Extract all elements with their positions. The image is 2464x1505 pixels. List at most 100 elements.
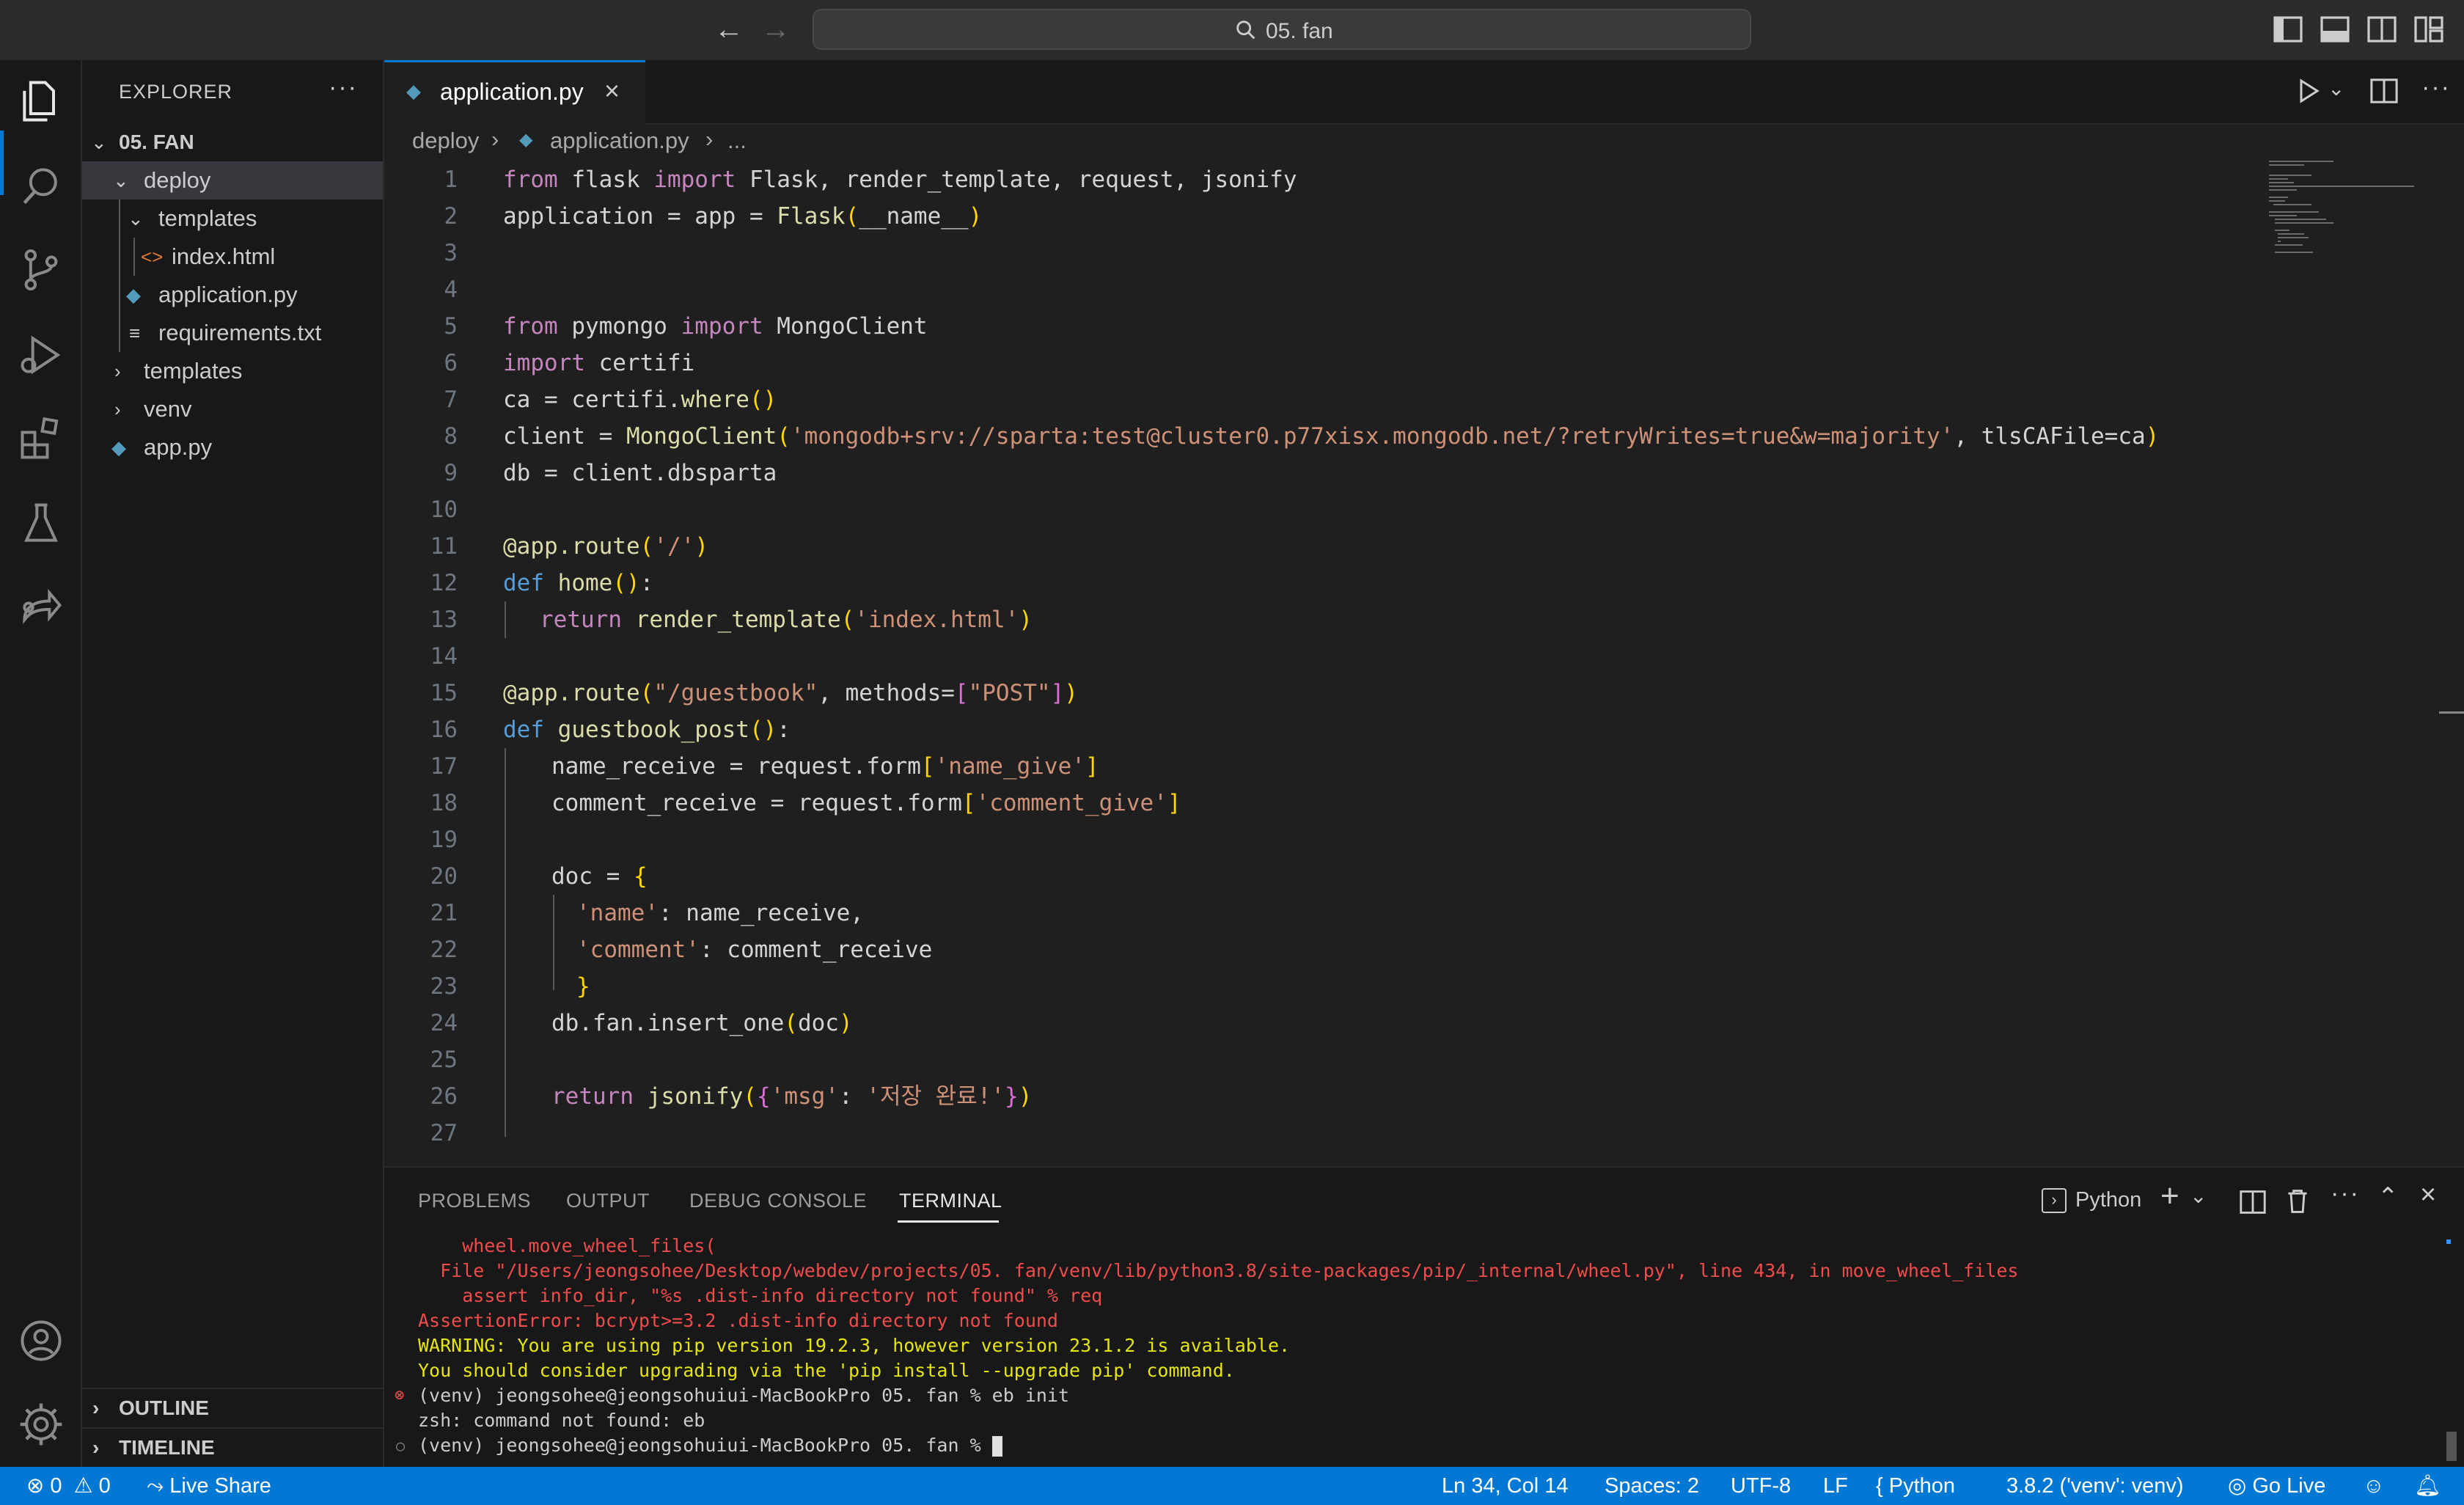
tree-item-templates[interactable]: › templates	[82, 352, 383, 390]
terminal-cursor	[991, 1436, 1002, 1457]
eol-status[interactable]: LF	[1823, 1467, 1848, 1505]
tab-label: application.py	[440, 78, 584, 105]
chevron-down-icon[interactable]: ⌄	[2190, 1184, 2207, 1208]
line-number: 27	[430, 1120, 458, 1146]
tab-debug-console[interactable]: DEBUG CONSOLE	[689, 1190, 867, 1212]
line-number: 2	[444, 203, 458, 230]
live-share-status[interactable]: ⤳ Live Share	[147, 1467, 271, 1505]
code-line: db.fan.insert_one(doc)	[551, 1010, 853, 1036]
split-terminal-icon[interactable]	[2240, 1190, 2266, 1215]
chevron-right-icon: ›	[114, 360, 121, 382]
split-editor-icon[interactable]	[2370, 78, 2398, 104]
line-number: 9	[444, 460, 458, 486]
line-number: 3	[444, 240, 458, 266]
run-debug-icon[interactable]	[16, 330, 66, 380]
code-line: @app.route('/')	[503, 533, 708, 560]
outline-section[interactable]: › OUTLINE	[82, 1388, 383, 1427]
tree-item-requirements-txt[interactable]: ≡ requirements.txt	[82, 314, 383, 352]
indent-guide	[133, 238, 135, 276]
tree-item-label: templates	[158, 205, 257, 231]
bottom-panel: PROBLEMS OUTPUT DEBUG CONSOLE TERMINAL ›…	[384, 1166, 2464, 1467]
tab-terminal[interactable]: TERMINAL	[899, 1190, 1002, 1212]
code-line: def home():	[503, 570, 654, 596]
more-actions-icon[interactable]: ···	[2331, 1179, 2360, 1208]
line-number: 18	[430, 790, 458, 816]
terminal-name: Python	[2075, 1188, 2142, 1212]
extensions-icon[interactable]	[16, 414, 66, 464]
tree-item-application-py[interactable]: ◆ application.py	[82, 276, 383, 314]
settings-gear-icon[interactable]	[16, 1399, 66, 1449]
line-number: 8	[444, 423, 458, 450]
tree-item-label: app.py	[144, 434, 213, 460]
search-icon[interactable]	[16, 161, 66, 211]
toggle-secondary-sidebar-icon[interactable]	[2367, 16, 2397, 43]
command-center-text: 05. fan	[1266, 19, 1333, 43]
minimap[interactable]	[2267, 157, 2429, 274]
status-bar: ⊗ 0 ⚠ 0 ⤳ Live Share Ln 34, Col 14 Space…	[0, 1467, 2464, 1505]
encoding-status[interactable]: UTF-8	[1731, 1467, 1791, 1505]
feedback-icon[interactable]: ☺	[2363, 1467, 2385, 1505]
tab-application-py[interactable]: ◆ application.py ×	[384, 60, 645, 125]
notifications-bell-icon[interactable]: 🔔︎	[2414, 1467, 2441, 1505]
problems-status[interactable]: ⊗ 0 ⚠ 0	[26, 1467, 111, 1505]
warning-icon: ⚠	[73, 1474, 93, 1498]
run-python-file-icon[interactable]	[2294, 76, 2323, 106]
terminal-output[interactable]: wheel.move_wheel_files( File "/Users/jeo…	[384, 1234, 2438, 1461]
toggle-primary-sidebar-icon[interactable]	[2273, 16, 2303, 43]
forward-arrow-icon[interactable]: →	[758, 13, 793, 48]
trash-icon[interactable]	[2285, 1188, 2310, 1215]
go-live-button[interactable]: ◎ Go Live	[2228, 1467, 2325, 1505]
explorer-icon[interactable]	[16, 76, 66, 126]
terminal-scrollbar[interactable]	[2446, 1432, 2457, 1461]
tree-item-app-py[interactable]: ◆ app.py	[82, 428, 383, 466]
interpreter-status[interactable]: 3.8.2 ('venv': venv)	[2006, 1467, 2184, 1505]
prompt-marker-icon: ○	[396, 1437, 406, 1454]
tree-item-deploy[interactable]: ⌄ deploy	[82, 161, 383, 199]
workspace-root[interactable]: ⌄ 05. FAN	[82, 123, 383, 161]
accounts-icon[interactable]	[16, 1316, 66, 1366]
toggle-panel-icon[interactable]	[2320, 16, 2350, 43]
cursor-position[interactable]: Ln 34, Col 14	[1442, 1467, 1569, 1505]
terminal-icon: ›	[2042, 1188, 2067, 1213]
more-actions-icon[interactable]: ···	[2421, 73, 2451, 102]
code-line: }	[576, 973, 590, 1000]
tree-item-templates-nested[interactable]: ⌄ templates	[82, 199, 383, 238]
maximize-panel-icon[interactable]: ⌃	[2377, 1182, 2399, 1212]
code-line: 'name': name_receive,	[576, 900, 864, 926]
line-number: 24	[430, 1010, 458, 1036]
live-share-icon[interactable]	[16, 582, 66, 632]
line-number: 4	[444, 277, 458, 303]
terminal-selector[interactable]: › Python	[2042, 1185, 2152, 1217]
tab-problems[interactable]: PROBLEMS	[418, 1190, 531, 1212]
scrollbar-position-marker[interactable]	[2439, 711, 2464, 714]
breadcrumb-symbol[interactable]: ...	[727, 128, 747, 154]
chevron-down-icon[interactable]: ⌄	[2328, 76, 2344, 100]
source-control-icon[interactable]	[16, 245, 66, 295]
breadcrumb-folder[interactable]: deploy	[412, 128, 479, 154]
title-bar: ← → 05. fan	[0, 0, 2464, 62]
terminal-line: WARNING: You are using pip version 19.2.…	[418, 1335, 1291, 1356]
code-line: db = client.dbsparta	[503, 460, 777, 486]
testing-flask-icon[interactable]	[16, 499, 66, 549]
chevron-down-icon: ⌄	[91, 131, 107, 153]
breadcrumb-file[interactable]: application.py	[550, 128, 689, 154]
language-status[interactable]: { Python	[1876, 1467, 1955, 1505]
timeline-section[interactable]: › TIMELINE	[82, 1427, 383, 1467]
close-icon[interactable]: ×	[2420, 1179, 2436, 1211]
close-icon[interactable]: ×	[604, 76, 620, 106]
code-line: client = MongoClient('mongodb+srv://spar…	[503, 423, 2160, 450]
tab-output[interactable]: OUTPUT	[566, 1190, 650, 1212]
tree-item-index-html[interactable]: <> index.html	[82, 238, 383, 276]
new-terminal-plus-icon[interactable]: +	[2160, 1178, 2179, 1215]
line-number: 21	[430, 900, 458, 926]
scrollbar-marker	[2446, 1239, 2451, 1244]
code-editor[interactable]: 1 from flask import Flask, render_templat…	[384, 161, 2464, 1166]
indentation-status[interactable]: Spaces: 2	[1605, 1467, 1699, 1505]
back-arrow-icon[interactable]: ←	[711, 13, 747, 48]
line-number: 13	[430, 607, 458, 633]
command-center-search[interactable]: 05. fan	[813, 9, 1751, 50]
customize-layout-icon[interactable]	[2414, 16, 2443, 43]
tree-item-venv[interactable]: › venv	[82, 390, 383, 428]
more-actions-icon[interactable]: ···	[329, 73, 358, 102]
code-line: from flask import Flask, render_template…	[503, 166, 1297, 193]
